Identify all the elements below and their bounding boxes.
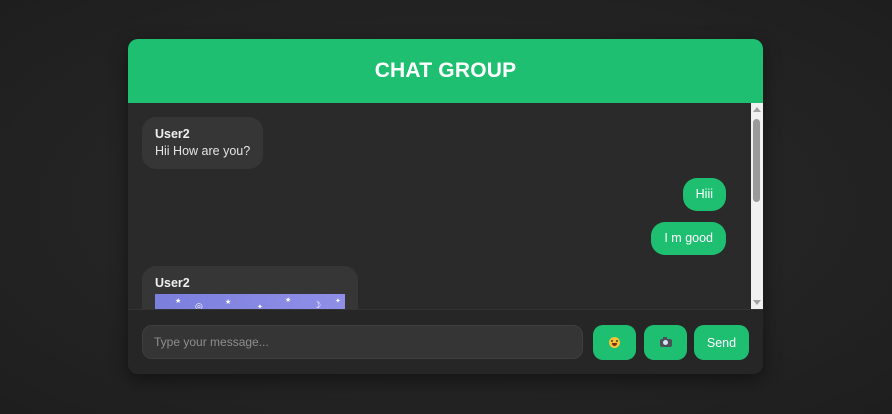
message-image[interactable]: ★ ◎ ★ ✦ ★ ☽ ✦ xyxy=(155,294,345,309)
star-icon: ★ xyxy=(175,298,182,305)
moon-icon: ☽ xyxy=(313,300,322,310)
scroll-thumb[interactable] xyxy=(753,119,760,202)
star-icon: ✦ xyxy=(335,298,341,305)
camera-icon xyxy=(659,336,672,347)
message-sent: I m good xyxy=(651,222,726,255)
camera-button[interactable] xyxy=(644,325,687,360)
emoji-icon xyxy=(609,337,620,348)
messages-scrollbar[interactable] xyxy=(751,103,763,309)
chat-header: CHAT GROUP xyxy=(128,39,763,103)
message-text: Hii How are you? xyxy=(155,144,251,158)
scroll-down-arrow-icon[interactable] xyxy=(753,300,761,305)
message-sender: User2 xyxy=(155,127,190,141)
star-icon: ★ xyxy=(285,297,292,304)
chat-title: CHAT GROUP xyxy=(374,59,517,82)
scroll-up-arrow-icon[interactable] xyxy=(753,107,761,112)
message-received: User2 Hii How are you? xyxy=(142,117,264,169)
message-sender: User2 xyxy=(155,276,190,290)
composer: Send xyxy=(128,309,763,374)
message-input[interactable] xyxy=(142,325,583,359)
chat-window: CHAT GROUP User2 Hii How are you? Hiii I… xyxy=(128,39,763,374)
emoji-button[interactable] xyxy=(593,325,636,360)
message-received-image: User2 ★ ◎ ★ ✦ ★ ☽ ✦ xyxy=(142,266,358,309)
star-icon: ★ xyxy=(225,299,232,306)
messages-area[interactable]: User2 Hii How are you? Hiii I m good Use… xyxy=(128,103,750,309)
send-button[interactable]: Send xyxy=(694,325,749,360)
message-sent: Hiii xyxy=(682,178,726,211)
